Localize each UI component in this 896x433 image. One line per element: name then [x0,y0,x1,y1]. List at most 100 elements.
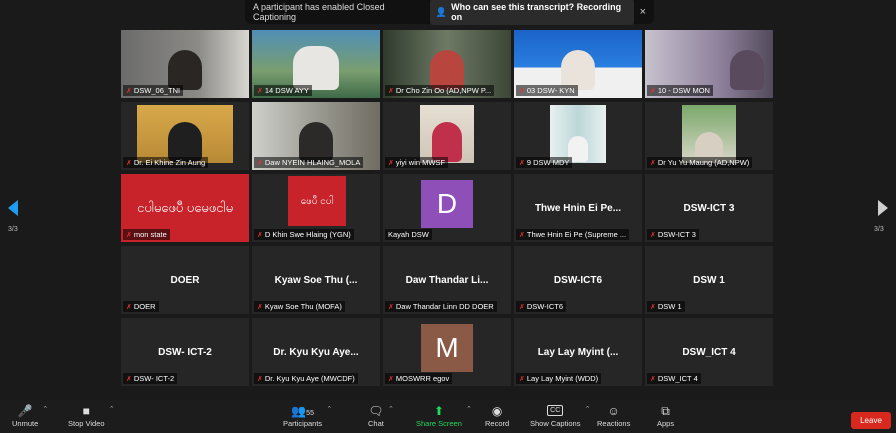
participant-name-label: ✗ 10 - DSW MON [647,85,713,96]
participant-tile[interactable]: ✗ 03 DSW- KYN [514,30,642,98]
person-icon: 👤 [435,6,448,17]
participant-avatar: D [421,180,473,228]
page-indicator-left: 3/3 [8,226,18,233]
chevron-up-icon[interactable]: ⌃ [109,405,115,413]
participant-name-label: ✗ Dr Yu Yu Maung (AD,NPW) [647,157,753,168]
participant-tile[interactable]: Lay Lay Myint (... ✗ Lay Lay Myint (WDD) [514,318,642,386]
chevron-up-icon[interactable]: ⌃ [466,405,472,413]
participant-tile[interactable]: ✗ DSW_06_TNI [121,30,249,98]
participant-tile[interactable]: DSW-ICT 3 ✗ DSW-ICT 3 [645,174,773,242]
mic-muted-icon: ✗ [650,159,656,167]
next-page-arrow-icon[interactable] [878,200,888,216]
close-icon[interactable]: × [640,6,646,18]
participant-tile[interactable]: Kyaw Soe Thu (... ✗ Kyaw Soe Thu (MOFA) [252,246,380,314]
participant-name-label: ✗ DSW_06_TNI [123,85,184,96]
participant-tile[interactable]: ✗ Dr Cho Zin Oo (AD,NPW P... [383,30,511,98]
participant-tile[interactable]: Thwe Hnin Ei Pe... ✗ Thwe Hnin Ei Pe (Sup… [514,174,642,242]
participant-tile[interactable]: ✗ 14 DSW AYY [252,30,380,98]
chevron-up-icon[interactable]: ⌃ [585,405,591,413]
mic-muted-icon: ✗ [519,159,525,167]
participant-name-label: ✗ yiyi win MWSF [385,157,449,168]
participant-name-label: ✗ Daw NYEIN HLAING_MOLA [254,157,364,168]
participant-name-label: ✗ Dr. Kyu Kyu Aye (MWCDF) [254,373,358,384]
participants-button[interactable]: 👥55 Participants ⌃ [283,403,332,428]
participant-tile[interactable]: ✗ Dr. Ei Khine Zin Aung [121,102,249,170]
mic-muted-icon: ✗ [257,159,263,167]
script-banner-image: ဖေပီ ငပါ [300,195,334,207]
participant-tile[interactable]: DSW 1 ✗ DSW 1 [645,246,773,314]
share-screen-icon: ⬆ [433,404,444,418]
caption-notice-banner: A participant has enabled Closed Caption… [245,0,654,25]
participant-avatar: M [421,324,473,372]
participant-name-label: ✗ DOER [123,301,159,312]
participant-tile[interactable]: ✗ 10 - DSW MON [645,30,773,98]
participant-name-label: ✗ Daw Thandar Linn DD DOER [385,301,497,312]
mic-muted-icon: ✗ [519,231,525,239]
participant-tile[interactable]: ဖေပီ ငပါ ✗ D Khin Swe Hlaing (YGN) [252,174,380,242]
participant-tile[interactable]: DSW-ICT6 ✗ DSW-ICT6 [514,246,642,314]
show-captions-button[interactable]: CC Show Captions ⌃ [530,403,590,428]
mic-muted-icon: ✗ [388,303,394,311]
mic-muted-icon: ✗ [126,303,132,311]
mic-muted-icon: ✗ [650,231,656,239]
mic-muted-icon: ✗ [126,231,132,239]
participant-display-name: Dr. Kyu Kyu Aye... [273,346,359,358]
participant-name-label: ✗ 9 DSW MDY [516,157,573,168]
participant-tile[interactable]: ✗ yiyi win MWSF [383,102,511,170]
participant-display-name: Lay Lay Myint (... [537,346,619,358]
participant-name-label: ✗ DSW-ICT6 [516,301,566,312]
mic-muted-icon: ✗ [257,375,263,383]
participant-name-label: ✗ Thwe Hnin Ei Pe (Supreme ... [516,229,630,240]
mic-muted-icon: ✗ [257,87,263,95]
record-button[interactable]: ◉ Record [485,403,509,428]
participant-name-label: ✗ MOSWRR egov [385,373,453,384]
participant-display-name: DOER [170,274,200,286]
mic-muted-icon: ✗ [257,231,263,239]
participant-tile[interactable]: DSW_ICT 4 ✗ DSW_ICT 4 [645,318,773,386]
participant-name-label: ✗ DSW_ICT 4 [647,373,701,384]
meeting-toolbar: 🎤 Unmute ⌃ ■ Stop Video ⌃ 👥55 Participan… [0,400,896,433]
participant-name-label: ✗ mon state [123,229,170,240]
closed-captions-icon: CC [547,405,564,416]
participant-name-label: ✗ DSW-ICT 3 [647,229,699,240]
mic-muted-icon: ✗ [650,375,656,383]
participant-display-name: Thwe Hnin Ei Pe... [534,202,622,214]
leave-meeting-button[interactable]: Leave [851,412,891,429]
participant-name-label: ✗ 03 DSW- KYN [516,85,578,96]
unmute-button[interactable]: 🎤 Unmute ⌃ [12,403,48,428]
script-banner-image: ငပါမဖေပီ ပမေဖငါမ [136,199,234,215]
share-screen-button[interactable]: ⬆ Share Screen ⌃ [416,403,472,428]
record-icon: ◉ [491,404,503,418]
apps-button[interactable]: ⧉ Apps [657,403,674,428]
participant-gallery: ✗ DSW_06_TNI ✗ 14 DSW AYY ✗ Dr Cho Zin Oo (… [121,30,773,386]
microphone-muted-icon: 🎤 [17,404,33,418]
mic-muted-icon: ✗ [126,159,132,167]
transcript-info-button[interactable]: 👤 Who can see this transcript? Recording… [429,0,634,25]
participant-tile[interactable]: ✗ Daw NYEIN HLAING_MOLA [252,102,380,170]
participant-tile[interactable]: M ✗ MOSWRR egov [383,318,511,386]
participant-tile[interactable]: Daw Thandar Li... ✗ Daw Thandar Linn DD D… [383,246,511,314]
participant-display-name: DSW-ICT6 [553,274,603,286]
participant-tile[interactable]: ✗ 9 DSW MDY [514,102,642,170]
participant-tile[interactable]: DSW- ICT-2 ✗ DSW- ICT-2 [121,318,249,386]
chat-button[interactable]: 🗨 Chat ⌃ [368,403,394,428]
previous-page-arrow-icon[interactable] [8,200,18,216]
stop-video-button[interactable]: ■ Stop Video ⌃ [68,403,115,428]
participant-name-label: ✗ D Khin Swe Hlaing (YGN) [254,229,354,240]
mic-muted-icon: ✗ [388,87,394,95]
participant-name-label: Kayah DSW [385,229,432,240]
participant-display-name: DSW_ICT 4 [682,346,736,358]
participant-display-name: DSW 1 [693,274,725,286]
participant-tile[interactable]: D Kayah DSW [383,174,511,242]
participant-tile[interactable]: DOER ✗ DOER [121,246,249,314]
chevron-up-icon[interactable]: ⌃ [388,405,394,413]
chevron-up-icon[interactable]: ⌃ [42,405,48,413]
chevron-up-icon[interactable]: ⌃ [326,405,332,413]
mic-muted-icon: ✗ [126,375,132,383]
participant-tile[interactable]: Dr. Kyu Kyu Aye... ✗ Dr. Kyu Kyu Aye (MWC… [252,318,380,386]
reactions-button[interactable]: ☺ Reactions [597,403,630,428]
participant-tile[interactable]: ✗ Dr Yu Yu Maung (AD,NPW) [645,102,773,170]
mic-muted-icon: ✗ [519,375,525,383]
participant-name-label: ✗ 14 DSW AYY [254,85,312,96]
participant-tile[interactable]: ငပါမဖေပီ ပမေဖငါမ ✗ mon state [121,174,249,242]
